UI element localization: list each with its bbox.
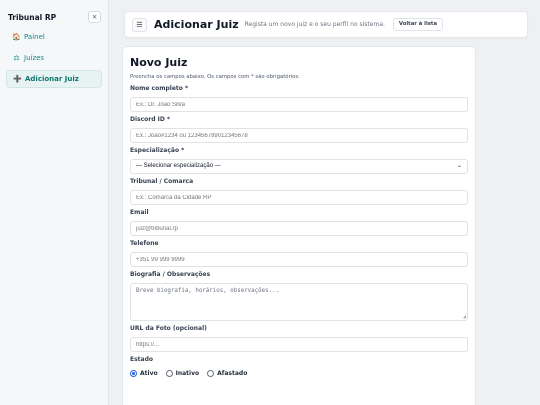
radio-icon[interactable]	[207, 369, 215, 377]
status-option-label: Inativo	[175, 369, 200, 377]
status-option-afastado[interactable]: Afastado	[207, 369, 248, 377]
new-judge-form: Novo Juiz Preencha os campos abaixo. Os …	[122, 46, 476, 405]
back-to-list-button[interactable]: Voltar à lista	[392, 18, 444, 31]
sidebar-item-adicionar-juiz[interactable]: ➕ Adicionar Juiz	[6, 70, 102, 88]
status-label: Estado	[130, 356, 154, 363]
scales-icon: ⚖	[13, 54, 20, 62]
sidebar-item-label: Adicionar Juiz	[25, 75, 79, 83]
bio-textarea[interactable]: Breve biografia, horários, observações..…	[130, 283, 468, 321]
discord-label: Discord ID *	[130, 116, 171, 123]
page-title: Adicionar Juiz	[154, 18, 239, 31]
court-label: Tribunal / Comarca	[130, 178, 194, 185]
home-icon: 🏠	[12, 33, 21, 41]
menu-toggle-button[interactable]: ☰	[132, 17, 147, 32]
radio-icon[interactable]	[165, 369, 173, 377]
status-option-label: Afastado	[217, 369, 248, 377]
resize-handle-icon[interactable]: ◢	[463, 314, 466, 320]
email-label: Email	[130, 209, 149, 216]
form-title: Novo Juiz	[130, 56, 188, 69]
court-input[interactable]	[130, 190, 468, 205]
page-header: ☰ Adicionar Juiz Regista um novo juiz e …	[124, 11, 528, 38]
radio-selected-icon[interactable]	[130, 369, 137, 377]
photo-url-label: URL da Foto (opcional)	[130, 325, 207, 332]
discord-input[interactable]	[130, 128, 468, 143]
sidebar-header: Tribunal RP ×	[0, 0, 108, 26]
status-option-ativo[interactable]: Ativo	[130, 369, 158, 377]
name-input[interactable]	[130, 97, 468, 112]
form-description: Preencha os campos abaixo. Os campos com…	[130, 74, 300, 80]
specialization-value: — Selecionar especialização —	[136, 163, 221, 169]
phone-label: Telefone	[130, 240, 159, 247]
photo-url-input[interactable]	[130, 337, 468, 352]
page-subtitle: Regista um novo juiz e o seu perfil no s…	[244, 21, 385, 28]
sidebar-nav: 🏠 Painel ⚖ Juízes ➕ Adicionar Juiz	[0, 26, 108, 93]
status-option-label: Ativo	[140, 369, 158, 377]
name-label: Nome completo *	[130, 85, 189, 92]
phone-field[interactable]	[130, 252, 468, 267]
bio-placeholder: Breve biografia, horários, observações..…	[136, 288, 280, 294]
status-option-inativo[interactable]: Inativo	[165, 369, 200, 377]
plus-icon: ➕	[13, 75, 22, 83]
sidebar-item-juizes[interactable]: ⚖ Juízes	[6, 49, 102, 67]
specialization-select[interactable]: — Selecionar especialização — ⌄	[130, 159, 468, 174]
bio-label: Biografia / Observações	[130, 271, 211, 278]
specialization-label: Especialização *	[130, 147, 185, 154]
status-radio-group: Ativo Inativo Afastado	[130, 368, 468, 378]
app-title: Tribunal RP	[8, 12, 57, 22]
sidebar-item-label: Painel	[24, 33, 45, 41]
close-sidebar-button[interactable]: ×	[88, 11, 101, 23]
email-field[interactable]	[130, 221, 468, 236]
chevron-down-icon: ⌄	[456, 163, 462, 169]
sidebar-item-label: Juízes	[24, 54, 45, 62]
sidebar-item-painel[interactable]: 🏠 Painel	[6, 28, 102, 46]
sidebar: Tribunal RP × 🏠 Painel ⚖ Juízes ➕ Adicio…	[0, 0, 109, 405]
